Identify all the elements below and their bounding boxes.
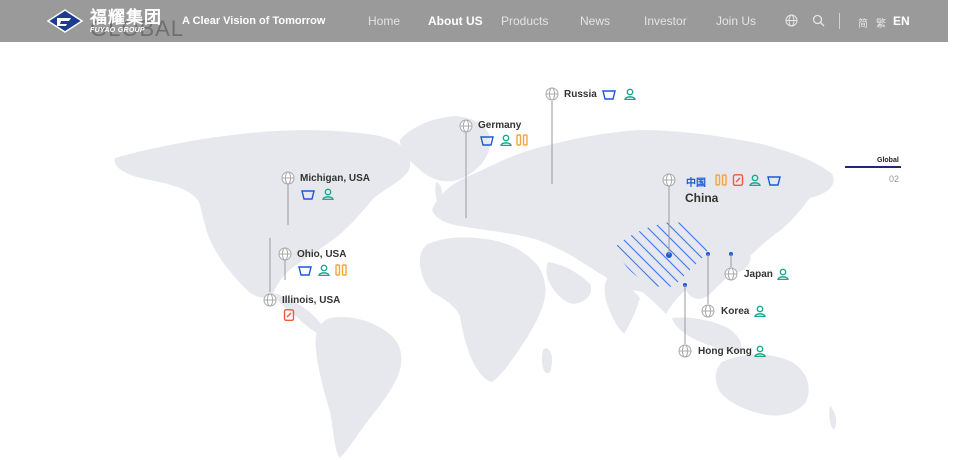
section-indicator-number: 02 — [889, 174, 900, 184]
globe-icon — [281, 171, 295, 185]
globe-icon — [278, 247, 292, 261]
person-icon — [754, 305, 766, 317]
location-illinois[interactable]: Illinois, USA — [282, 295, 340, 306]
logo-chinese-name[interactable]: 福耀集团 — [90, 9, 162, 26]
person-icon — [500, 134, 512, 146]
auto-glass-icon — [298, 266, 312, 276]
auto-glass-icon — [767, 176, 781, 186]
location-michigan[interactable]: Michigan, USA — [300, 173, 370, 184]
location-china-chinese[interactable]: 中国 — [686, 174, 706, 189]
world-map — [114, 101, 837, 458]
globe-icon — [263, 293, 277, 307]
logo-english-name[interactable]: FUYAO GROUP — [90, 27, 145, 34]
person-icon — [754, 345, 766, 357]
float-glass-icon — [516, 134, 528, 146]
location-japan[interactable]: Japan — [744, 269, 773, 280]
nav-join-us[interactable]: Join Us — [716, 14, 756, 28]
location-ohio[interactable]: Ohio, USA — [297, 249, 346, 260]
location-russia[interactable]: Russia — [564, 89, 597, 100]
search-icon[interactable] — [812, 14, 825, 27]
person-icon — [749, 174, 761, 186]
nav-about-us[interactable]: About US — [428, 14, 483, 28]
person-icon — [322, 188, 334, 200]
section-indicator-label[interactable]: Global — [877, 157, 899, 164]
globe-icon — [678, 344, 692, 358]
globe-icon — [662, 173, 676, 187]
location-china[interactable]: China — [685, 191, 718, 205]
globe-icon — [724, 267, 738, 281]
location-korea[interactable]: Korea — [721, 306, 749, 317]
top-header: GLOBAL 福耀集团 FUYAO GROUP A Clear Vision o… — [0, 0, 948, 42]
person-icon — [318, 264, 330, 276]
header-divider — [839, 13, 840, 29]
company-logo-icon[interactable] — [46, 8, 84, 34]
globe-icon — [545, 87, 559, 101]
product-tag-icon — [732, 174, 744, 186]
section-indicator-bar[interactable] — [845, 166, 901, 168]
auto-glass-icon — [301, 190, 315, 200]
globe-icon — [701, 304, 715, 318]
product-tag-icon — [283, 309, 295, 321]
globe-icon[interactable] — [785, 14, 798, 27]
location-germany[interactable]: Germany — [478, 120, 521, 131]
globe-icon — [459, 119, 473, 133]
auto-glass-icon — [602, 90, 616, 100]
location-hong-kong[interactable]: Hong Kong — [698, 346, 752, 357]
lang-traditional-chinese[interactable]: 繁 — [876, 15, 886, 30]
auto-glass-icon — [480, 136, 494, 146]
nav-investor[interactable]: Investor — [644, 14, 687, 28]
slogan: A Clear Vision of Tomorrow — [182, 15, 326, 27]
person-icon — [777, 268, 789, 280]
lang-english[interactable]: EN — [893, 14, 910, 28]
float-glass-icon — [335, 264, 347, 276]
page: GLOBAL 福耀集团 FUYAO GROUP A Clear Vision o… — [0, 0, 960, 460]
nav-news[interactable]: News — [580, 14, 610, 28]
nav-home[interactable]: Home — [368, 14, 400, 28]
float-glass-icon — [715, 174, 727, 186]
lang-simplified-chinese[interactable]: 简 — [858, 15, 868, 30]
person-icon — [624, 88, 636, 100]
nav-products[interactable]: Products — [501, 14, 548, 28]
